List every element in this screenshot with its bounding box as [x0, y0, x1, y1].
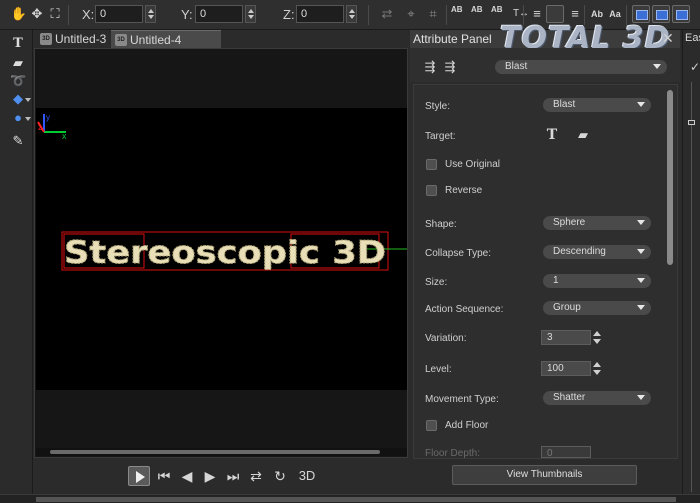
swap-icon[interactable]: ⇄ [246, 465, 266, 487]
y-spinner[interactable] [245, 5, 256, 23]
z-position-field[interactable]: 0 [296, 5, 344, 23]
play-button[interactable] [128, 466, 150, 486]
shape-tool-icon[interactable]: ▰ [10, 55, 26, 71]
x-position-field[interactable]: 0 [95, 5, 143, 23]
text-style-3-icon[interactable]: AB [491, 6, 503, 14]
shape-label: Shape: [425, 219, 457, 230]
next-frame-icon[interactable]: ▶︎ [201, 465, 219, 487]
effect-apply-icon[interactable]: ⇶ [441, 58, 459, 76]
level-label: Level: [425, 364, 452, 375]
ease-panel-tab[interactable]: Eas [685, 32, 700, 44]
toolbar-divider [368, 5, 369, 25]
tab-label: Untitled-3 [55, 32, 107, 46]
shape-target-icon[interactable]: ▰ [574, 126, 592, 144]
layout-view-3-icon[interactable] [672, 5, 690, 23]
x-label: X: [82, 7, 95, 22]
path-tool-icon[interactable]: ➰ [10, 73, 26, 89]
3d-viewport-canvas[interactable]: x y z Stereoscopic 3D [36, 108, 407, 390]
variation-spinner[interactable] [592, 330, 603, 345]
scene-svg: x y z Stereoscopic 3D [37, 113, 407, 272]
add-floor-checkbox[interactable] [426, 420, 437, 431]
check-icon[interactable]: ✓ [690, 60, 700, 74]
floor-depth-label: Floor Depth: [425, 448, 481, 459]
tab-untitled-4[interactable]: 3D Untitled-4 [111, 30, 221, 48]
variation-label: Variation: [425, 333, 467, 344]
size-label: Size: [425, 277, 448, 288]
scrollbar-thumb[interactable] [50, 450, 380, 454]
move-tool-icon[interactable]: ✥ [28, 5, 46, 23]
particle-tool-icon[interactable]: ◆ [10, 91, 26, 107]
properties-scrollbar[interactable] [667, 90, 673, 265]
viewport-horizontal-scrollbar[interactable] [36, 448, 407, 456]
collapse-type-select[interactable]: Descending [543, 245, 651, 259]
ease-handle[interactable] [688, 120, 695, 125]
stereoscopic-text: Stereoscopic 3D [64, 235, 386, 271]
timeline-scroll-thumb[interactable] [36, 497, 676, 502]
add-floor-label: Add Floor [445, 420, 489, 431]
variation-field[interactable]: 3 [541, 330, 591, 345]
level-spinner[interactable] [592, 361, 603, 376]
y-position-field[interactable]: 0 [195, 5, 243, 23]
document-icon: 3D [115, 34, 127, 46]
3d-text-object[interactable]: Stereoscopic 3D [64, 235, 387, 272]
hand-tool-icon[interactable]: ✋ [10, 5, 28, 23]
tab-untitled-3[interactable]: 3D Untitled-3 [36, 30, 110, 48]
tab-label: Untitled-4 [130, 33, 182, 47]
document-tabs: 3D Untitled-3 3D Untitled-4 [34, 30, 408, 48]
playback-bar [34, 460, 408, 494]
light-tool-dropdown-icon[interactable] [25, 117, 31, 121]
action-sequence-label: Action Sequence: [425, 304, 504, 315]
shape-select[interactable]: Sphere [543, 216, 651, 230]
svg-text:z: z [38, 123, 42, 132]
edit-tool-icon[interactable]: ✎ [10, 133, 26, 149]
align-icon[interactable]: ⌖ [402, 5, 420, 23]
y-label: Y: [181, 7, 193, 22]
text-style-2-icon[interactable]: AB [471, 6, 483, 14]
use-original-label: Use Original [445, 159, 501, 170]
link-icon[interactable]: ⇄ [378, 5, 396, 23]
toolbar-divider [68, 5, 69, 25]
go-to-start-icon[interactable]: ⏮ [155, 465, 173, 487]
crop-icon[interactable]: ⌗ [424, 5, 442, 23]
svg-text:x: x [62, 131, 67, 141]
collapse-type-label: Collapse Type: [425, 248, 491, 259]
reverse-label: Reverse [445, 185, 483, 196]
svg-text:y: y [46, 113, 50, 122]
movement-type-select[interactable]: Shatter [543, 391, 651, 405]
style-label: Style: [425, 101, 451, 112]
loop-icon[interactable]: ↻ [270, 465, 290, 487]
effect-select[interactable]: Blast [495, 60, 667, 74]
size-select[interactable]: 1 [543, 274, 651, 288]
document-icon: 3D [40, 33, 52, 45]
text-style-1-icon[interactable]: AB [451, 6, 463, 14]
toolbar-divider [446, 5, 447, 25]
action-sequence-select[interactable]: Group [543, 301, 651, 315]
panel-title: Attribute Panel [413, 32, 492, 46]
x-spinner[interactable] [145, 5, 156, 23]
previous-frame-icon[interactable]: ◀︎ [178, 465, 196, 487]
view-thumbnails-button[interactable]: View Thumbnails [452, 465, 637, 485]
axis-gizmo: x y z [37, 113, 67, 141]
particle-tool-dropdown-icon[interactable] [25, 98, 31, 102]
target-label: Target: [425, 131, 456, 142]
text-tool-icon[interactable]: T [10, 36, 26, 52]
close-icon[interactable]: ✕ [662, 30, 674, 47]
stereo-3d-toggle[interactable]: 3D [296, 465, 318, 487]
movement-type-label: Movement Type: [425, 394, 499, 405]
use-original-checkbox[interactable] [426, 159, 437, 170]
go-to-end-icon[interactable]: ⏭ [224, 465, 242, 487]
timeline-scrollbar[interactable] [0, 494, 700, 503]
level-field[interactable]: 100 [541, 361, 591, 376]
effect-library-icon[interactable]: ⇶ [421, 58, 439, 76]
scale-tool-icon[interactable]: ⛶ [46, 5, 64, 23]
ease-track [691, 82, 692, 492]
z-spinner[interactable] [346, 5, 357, 23]
light-tool-icon[interactable]: ● [10, 110, 26, 126]
reverse-checkbox[interactable] [426, 185, 437, 196]
z-label: Z: [283, 7, 295, 22]
text-target-icon[interactable]: T [543, 126, 561, 144]
style-select[interactable]: Blast [543, 98, 651, 112]
floor-depth-field: 0 [541, 446, 591, 459]
